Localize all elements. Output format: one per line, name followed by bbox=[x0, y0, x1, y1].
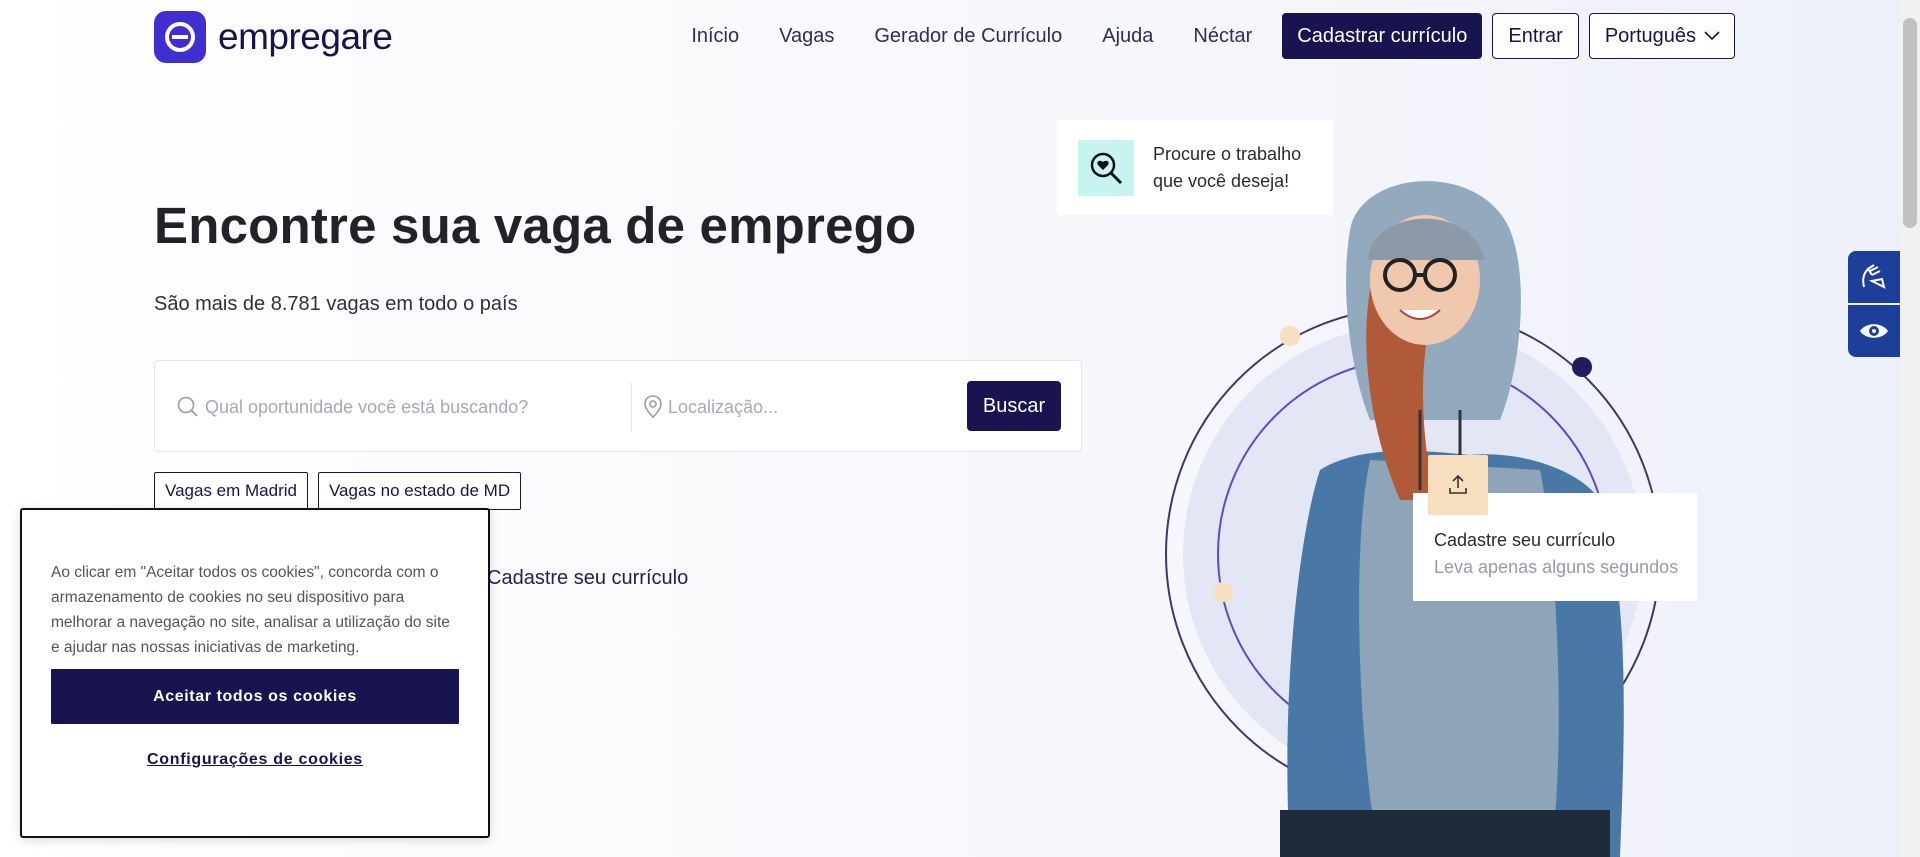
search-button[interactable]: Buscar bbox=[967, 381, 1061, 431]
sign-language-icon bbox=[1862, 264, 1886, 289]
cookie-banner: Ao clicar em "Aceitar todos os cookies",… bbox=[20, 508, 490, 838]
upload-resume-card: Cadastre seu currículo Leva apenas algun… bbox=[1413, 455, 1697, 601]
search-heart-icon bbox=[1078, 139, 1134, 196]
language-select[interactable]: Português bbox=[1588, 13, 1735, 59]
register-resume-link[interactable]: Cadastre seu currículo bbox=[487, 567, 688, 590]
chevron-down-icon bbox=[1704, 31, 1720, 41]
job-search-form: Buscar bbox=[154, 360, 1082, 452]
eye-icon bbox=[1860, 324, 1888, 338]
visual-accessibility-button[interactable] bbox=[1848, 305, 1900, 357]
page-scrollbar[interactable] bbox=[1900, 0, 1920, 857]
logo[interactable]: empregare bbox=[154, 11, 393, 63]
nav-item-vagas[interactable]: Vagas bbox=[779, 25, 834, 48]
job-query-input[interactable] bbox=[205, 396, 585, 418]
suggested-searches: Vagas em Madrid Vagas no estado de MD bbox=[154, 472, 531, 510]
cookie-banner-text: Ao clicar em "Aceitar todos os cookies",… bbox=[51, 564, 450, 656]
accessibility-widget bbox=[1848, 251, 1900, 357]
language-label: Português bbox=[1604, 24, 1696, 47]
nav-item-ajuda[interactable]: Ajuda bbox=[1102, 25, 1153, 48]
accept-all-cookies-button[interactable]: Aceitar todos os cookies bbox=[51, 669, 459, 724]
location-field bbox=[631, 383, 951, 431]
logo-mark-icon bbox=[154, 11, 206, 63]
nav-item-inicio[interactable]: Início bbox=[691, 25, 739, 48]
nav-item-gerador-curriculo[interactable]: Gerador de Currículo bbox=[874, 25, 1062, 48]
main-nav: Início Vagas Gerador de Currículo Ajuda … bbox=[691, 13, 1745, 59]
location-input[interactable] bbox=[668, 396, 938, 418]
scrollbar-thumb[interactable] bbox=[1903, 18, 1917, 228]
search-job-card-text: Procure o trabalho que você deseja! bbox=[1153, 143, 1302, 191]
login-button[interactable]: Entrar bbox=[1492, 13, 1579, 59]
upload-resume-subtitle: Leva apenas alguns segundos bbox=[1434, 557, 1679, 577]
page-title: Encontre sua vaga de emprego bbox=[154, 197, 917, 254]
jobs-count-subtitle: São mais de 8.781 vagas em todo o país bbox=[154, 293, 518, 315]
upload-resume-title: Cadastre seu currículo bbox=[1434, 530, 1616, 550]
job-query-field bbox=[175, 383, 605, 431]
logo-text: empregare bbox=[218, 16, 393, 57]
sign-language-button[interactable] bbox=[1848, 251, 1900, 303]
cookie-settings-link[interactable]: Configurações de cookies bbox=[51, 751, 459, 769]
chip-vagas-estado-md[interactable]: Vagas no estado de MD bbox=[317, 472, 522, 510]
nav-item-nectar[interactable]: Néctar bbox=[1193, 25, 1252, 48]
search-job-card: Procure o trabalho que você deseja! bbox=[1057, 120, 1333, 215]
search-icon bbox=[177, 396, 198, 417]
register-resume-button[interactable]: Cadastrar currículo bbox=[1282, 13, 1483, 59]
upload-icon bbox=[1428, 455, 1488, 515]
chip-vagas-madrid[interactable]: Vagas em Madrid bbox=[154, 472, 308, 510]
location-pin-icon bbox=[644, 395, 662, 419]
